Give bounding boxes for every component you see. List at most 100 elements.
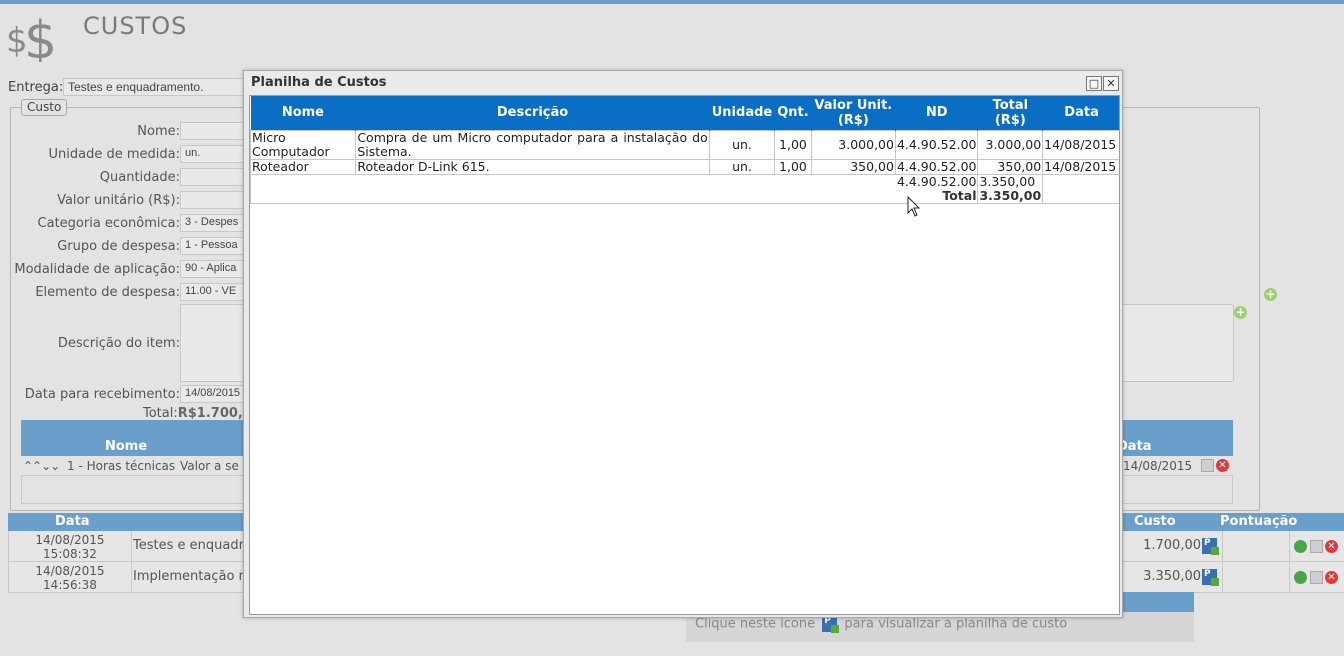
valor-unitario-label: Valor unitário (R$):	[57, 193, 180, 208]
bottom-col-data: Data	[55, 514, 90, 529]
quantidade-input[interactable]	[180, 168, 250, 186]
grupo-label: Grupo de despesa:	[57, 239, 180, 254]
edit-item-icon[interactable]	[1201, 459, 1214, 472]
total-value: 3.350,00	[979, 187, 1042, 203]
entrega-label: Entrega:	[8, 80, 64, 95]
move-down-icon[interactable]	[1294, 571, 1307, 584]
row-date: 14/08/2015 15:08:32	[9, 531, 132, 561]
col-total: Total (R$)	[977, 96, 1044, 130]
delete-row-icon[interactable]: ✕	[1325, 571, 1338, 584]
cell-data: 14/08/2015	[1042, 158, 1119, 175]
row-description: Testes e enquadr	[133, 538, 244, 553]
row-pontuacao	[1222, 531, 1290, 561]
quantidade-label: Quantidade:	[99, 170, 180, 185]
planilha-icon: P	[822, 616, 840, 633]
add-cost-icon[interactable]: +	[1264, 288, 1277, 301]
items-col-nome: Nome	[105, 439, 148, 454]
table-row: Roteador Roteador D-Link 615. un. 1,00 3…	[250, 158, 1119, 175]
item-data: 14/08/2015	[1123, 459, 1193, 473]
totals-empty-cell	[1042, 173, 1119, 204]
item-nome: 1 - Horas técnicas	[67, 459, 176, 473]
categoria-select[interactable]: 3 - Despes	[180, 214, 250, 232]
svg-text:$: $	[24, 11, 57, 62]
page-title: CUSTOS	[83, 12, 188, 40]
close-icon[interactable]: ✕	[1103, 76, 1119, 91]
form-total-label: Total:	[143, 406, 178, 421]
cell-nome: Micro Computador	[250, 129, 357, 160]
planilha-dialog: Planilha de Custos □ ✕ Nome Descrição Un…	[243, 70, 1123, 618]
edit-row-icon[interactable]	[1310, 571, 1323, 584]
elemento-select[interactable]: 11.00 - VE	[180, 283, 250, 301]
unidade-label: Unidade de medida:	[48, 147, 180, 162]
row-pontuacao	[1222, 562, 1290, 592]
top-accent-line	[0, 0, 1344, 4]
row-date-time: 15:08:32	[43, 547, 97, 561]
delete-item-icon[interactable]: ✕	[1216, 459, 1229, 472]
form-total-value: R$1.700,	[177, 406, 243, 421]
descricao-textarea-right[interactable]	[1118, 304, 1234, 382]
elemento-label: Elemento de despesa:	[35, 285, 180, 300]
cell-nd: 4.4.90.52.00	[894, 158, 979, 175]
cell-unidade: un.	[708, 129, 776, 160]
descricao-label: Descrição do item:	[57, 336, 180, 351]
bottom-col-custo: Custo	[1134, 514, 1176, 529]
row-date-day: 14/08/2015	[35, 564, 105, 578]
col-unidade: Unidade	[709, 96, 776, 130]
row-cost: 1.700,00	[1143, 538, 1201, 553]
col-valor-unit: Valor Unit. (R$)	[811, 96, 896, 130]
cell-nome-line2: Computador	[252, 143, 330, 159]
dialog-body: Nome Descrição Unidade Qnt. Valor Unit.(…	[249, 95, 1120, 615]
table-row: Micro Computador Compra de um Micro compu…	[250, 129, 1119, 160]
cell-nd: 4.4.90.52.00	[894, 129, 979, 160]
subtotal-nd: 4.4.90.52.00	[896, 173, 977, 189]
row-date-time: 14:56:38	[43, 578, 97, 592]
subtotal-value: 3.350,00	[979, 173, 1036, 189]
cell-valor: 350,00	[810, 158, 896, 175]
edit-row-icon[interactable]	[1310, 540, 1323, 553]
categoria-label: Categoria econômica:	[37, 216, 180, 231]
valor-unitario-input[interactable]	[180, 191, 250, 209]
planilha-icon[interactable]: P	[1202, 538, 1219, 555]
nome-input[interactable]	[180, 122, 250, 140]
delete-row-icon[interactable]: ✕	[1325, 540, 1338, 553]
bottom-col-pontuacao: Pontuação	[1220, 514, 1298, 529]
cell-descricao: Compra de um Micro computador para a ins…	[355, 129, 710, 160]
hint-text-before: Clique neste ícone	[695, 616, 816, 632]
form-total: Total:R$1.700,	[143, 406, 243, 421]
dollar-logo-icon: $ $	[6, 11, 57, 62]
col-qnt: Qnt.	[774, 96, 812, 130]
col-valor-unit-line1: Valor Unit.	[814, 97, 893, 113]
nome-label: Nome:	[137, 124, 180, 139]
modalidade-label: Modalidade de aplicação:	[14, 262, 180, 277]
col-data: Data	[1042, 96, 1119, 130]
row-description: Implementação n	[133, 569, 247, 584]
costs-table: Nome Descrição Unidade Qnt. Valor Unit.(…	[250, 96, 1119, 204]
cell-valor: 3.000,00	[810, 129, 896, 160]
hint-text-after: para visualizar a planilha de custo	[844, 616, 1068, 632]
cell-data: 14/08/2015	[1042, 129, 1119, 160]
fieldset-legend: Custo	[21, 99, 68, 116]
unidade-input[interactable]: un.	[180, 145, 250, 163]
move-down-icon[interactable]	[1294, 540, 1307, 553]
maximize-icon[interactable]: □	[1086, 76, 1102, 91]
cell-descricao: Roteador D-Link 615.	[355, 158, 710, 175]
data-recebimento-input[interactable]: 14/08/2015	[180, 385, 250, 403]
dialog-title: Planilha de Custos	[251, 75, 387, 90]
descricao-textarea[interactable]	[180, 304, 250, 382]
reorder-arrows-icon[interactable]: ⌃⌃⌄⌄	[23, 459, 60, 473]
cell-qnt: 1,00	[774, 129, 812, 160]
grupo-select[interactable]: 1 - Pessoa	[180, 237, 250, 255]
modalidade-select[interactable]: 90 - Aplica	[180, 260, 250, 278]
cell-descricao-line2: Sistema.	[357, 143, 412, 159]
item-valor: Valor a se	[180, 459, 239, 473]
cell-nome: Roteador	[250, 158, 357, 175]
col-nome: Nome	[250, 96, 357, 130]
cell-qnt: 1,00	[774, 158, 812, 175]
cell-nome-line1: Micro	[252, 129, 286, 145]
cell-total: 3.000,00	[977, 129, 1044, 160]
add-description-icon[interactable]: +	[1234, 306, 1247, 319]
entrega-select[interactable]: Testes e enquadramento.	[63, 78, 245, 96]
planilha-icon[interactable]: P	[1202, 569, 1219, 586]
cell-total: 350,00	[977, 158, 1044, 175]
costs-header-row: Nome Descrição Unidade Qnt. Valor Unit.(…	[250, 96, 1119, 130]
